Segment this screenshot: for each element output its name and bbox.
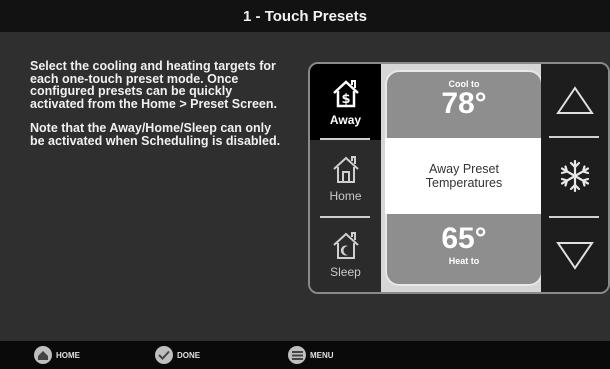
preset-values: Cool to 78° Away Preset Temperatures 65°… — [381, 64, 543, 292]
heat-setpoint[interactable]: 65° Heat to — [385, 214, 543, 286]
decrease-button[interactable] — [541, 220, 608, 292]
cool-value: 78° — [441, 87, 487, 120]
title-bar: 1 - Touch Presets — [0, 0, 610, 32]
mode-column: $ Away Home Sleep — [310, 64, 381, 292]
home-label: HOME — [56, 350, 80, 360]
description: Select the cooling and heating targets f… — [30, 60, 285, 159]
mode-away-label: Away — [329, 112, 362, 127]
house-dollar-icon: $ — [332, 79, 359, 107]
checkmark-icon — [155, 346, 173, 364]
svg-text:$: $ — [341, 92, 350, 107]
menu-button[interactable]: MENU — [288, 346, 334, 364]
divider — [549, 136, 599, 138]
menu-label: MENU — [310, 350, 334, 360]
preset-panel: $ Away Home Sleep Cool to 78° Away Prese… — [308, 62, 610, 294]
done-button[interactable]: DONE — [155, 346, 200, 364]
mode-home-label: Home — [329, 188, 362, 203]
mode-away-button[interactable]: $ Away — [310, 64, 381, 140]
heat-label: Heat to — [448, 256, 480, 266]
control-column — [541, 64, 608, 292]
preset-title-line-2: Temperatures — [425, 176, 503, 190]
house-icon — [332, 155, 359, 183]
down-arrow-icon — [555, 242, 594, 270]
mode-toggle-button[interactable] — [541, 140, 608, 212]
mode-sleep-label: Sleep — [330, 264, 361, 279]
divider — [549, 216, 599, 218]
preset-title: Away Preset Temperatures — [385, 138, 543, 214]
description-paragraph-2: Note that the Away/Home/Sleep can only b… — [30, 121, 281, 148]
mode-sleep-button[interactable]: Sleep — [310, 216, 381, 292]
done-label: DONE — [177, 350, 201, 360]
mode-home-button[interactable]: Home — [310, 140, 381, 216]
cool-setpoint[interactable]: Cool to 78° — [385, 70, 543, 140]
up-arrow-icon — [555, 86, 594, 114]
home-icon — [34, 346, 52, 364]
bottom-nav-bar: HOME DONE MENU — [0, 341, 610, 369]
menu-icon — [288, 346, 306, 364]
increase-button[interactable] — [541, 64, 608, 136]
snowflake-icon — [560, 159, 589, 193]
heat-value: 65° — [441, 222, 487, 255]
house-moon-icon — [332, 231, 359, 259]
page-title: 1 - Touch Presets — [243, 7, 367, 25]
home-button[interactable]: HOME — [34, 346, 80, 364]
preset-title-line-1: Away Preset — [429, 162, 499, 176]
description-paragraph-1: Select the cooling and heating targets f… — [30, 59, 277, 111]
